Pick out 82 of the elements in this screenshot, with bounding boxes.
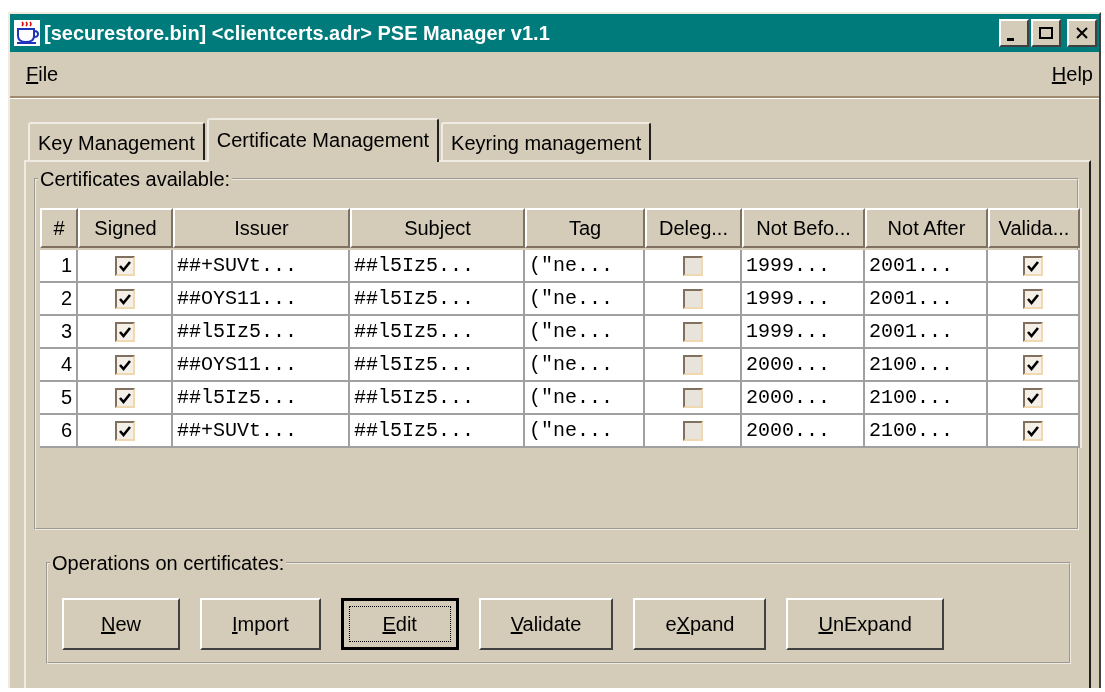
checkbox[interactable] xyxy=(682,354,703,375)
table-cell: ##l5Iz5... xyxy=(354,386,475,409)
row-number: 6 xyxy=(60,419,72,442)
table-cell: ##l5Iz5... xyxy=(354,419,475,442)
table-cell: 1999... xyxy=(746,254,830,277)
column-header[interactable]: Not After xyxy=(865,208,988,248)
table-cell: ##OYS11... xyxy=(177,353,298,376)
column-header[interactable]: Valida... xyxy=(988,208,1080,248)
table-cell: ##+SUVt... xyxy=(177,254,298,277)
column-header[interactable]: Not Befo... xyxy=(742,208,865,248)
tab[interactable]: Key Management xyxy=(28,122,205,160)
menu-item[interactable]: File xyxy=(26,62,59,86)
tab[interactable]: Keyring management xyxy=(441,122,652,160)
table-cell: 2001... xyxy=(869,287,953,310)
table-cell: 2100... xyxy=(869,386,953,409)
table-cell: ##l5Iz5... xyxy=(177,320,298,343)
table-cell: 2001... xyxy=(869,254,953,277)
table-cell: ("ne... xyxy=(529,320,613,343)
table-cell: 1999... xyxy=(746,287,830,310)
checkbox[interactable] xyxy=(114,255,135,276)
column-header[interactable]: Issuer xyxy=(173,208,350,248)
checkbox[interactable] xyxy=(114,354,135,375)
table-cell: ("ne... xyxy=(529,386,613,409)
checkbox[interactable] xyxy=(682,420,703,441)
row-number: 4 xyxy=(60,353,72,376)
maximize-button[interactable] xyxy=(1031,19,1061,47)
table-cell: ("ne... xyxy=(529,419,613,442)
row-number: 5 xyxy=(60,386,72,409)
checkbox[interactable] xyxy=(682,387,703,408)
table-cell: ("ne... xyxy=(529,287,613,310)
checkbox[interactable] xyxy=(1023,387,1043,408)
row-number: 2 xyxy=(60,287,72,310)
minimize-button[interactable] xyxy=(999,19,1029,47)
table-cell: ##+SUVt... xyxy=(177,419,298,442)
action-button[interactable]: New xyxy=(62,598,180,650)
maximize-icon xyxy=(1039,27,1053,39)
column-header[interactable]: # xyxy=(40,208,78,248)
action-button[interactable]: eXpand xyxy=(633,598,767,650)
table-cell: ##l5Iz5... xyxy=(354,287,475,310)
table-cell: 1999... xyxy=(746,320,830,343)
checkbox[interactable] xyxy=(114,321,135,342)
checkbox[interactable] xyxy=(114,288,135,309)
table-cell: ##l5Iz5... xyxy=(177,386,298,409)
row-number: 3 xyxy=(60,320,72,343)
action-button[interactable]: Import xyxy=(200,598,321,650)
table-cell: ##l5Iz5... xyxy=(354,320,475,343)
column-header[interactable]: Tag xyxy=(525,208,645,248)
table-cell: ##l5Iz5... xyxy=(354,353,475,376)
table-cell: ("ne... xyxy=(529,353,613,376)
tab[interactable]: Certificate Management xyxy=(206,118,440,162)
action-button[interactable]: Validate xyxy=(478,598,614,650)
close-button[interactable] xyxy=(1067,19,1097,47)
table-cell: ("ne... xyxy=(529,254,613,277)
menu-item[interactable]: Help xyxy=(1051,62,1093,86)
action-button[interactable]: Edit xyxy=(340,598,459,650)
close-icon xyxy=(1076,27,1088,39)
column-header[interactable]: Signed xyxy=(78,208,173,248)
checkbox[interactable] xyxy=(1023,354,1043,375)
table-cell: 2000... xyxy=(746,386,830,409)
action-button[interactable]: UnExpand xyxy=(786,598,944,650)
table-cell: 2001... xyxy=(869,320,953,343)
window-title: [securestore.bin] <clientcerts.adr> PSE Manager v1.1 xyxy=(44,21,551,45)
table-cell: 2100... xyxy=(869,353,953,376)
column-header[interactable]: Subject xyxy=(350,208,525,248)
checkbox[interactable] xyxy=(1023,255,1043,276)
checkbox[interactable] xyxy=(682,321,703,342)
checkbox[interactable] xyxy=(682,288,703,309)
checkbox[interactable] xyxy=(114,420,135,441)
table-cell: 2000... xyxy=(746,419,830,442)
checkbox[interactable] xyxy=(1023,288,1043,309)
table-cell: ##OYS11... xyxy=(177,287,298,310)
coffee-cup-icon xyxy=(14,20,40,46)
minimize-icon xyxy=(1006,37,1014,41)
row-number: 1 xyxy=(60,254,72,277)
checkbox[interactable] xyxy=(682,255,703,276)
checkbox[interactable] xyxy=(114,387,135,408)
table-cell: ##l5Iz5... xyxy=(354,254,475,277)
column-header[interactable]: Deleg... xyxy=(645,208,742,248)
table-cell: 2000... xyxy=(746,353,830,376)
checkbox[interactable] xyxy=(1023,321,1043,342)
table-cell: 2100... xyxy=(869,419,953,442)
checkbox[interactable] xyxy=(1023,420,1043,441)
